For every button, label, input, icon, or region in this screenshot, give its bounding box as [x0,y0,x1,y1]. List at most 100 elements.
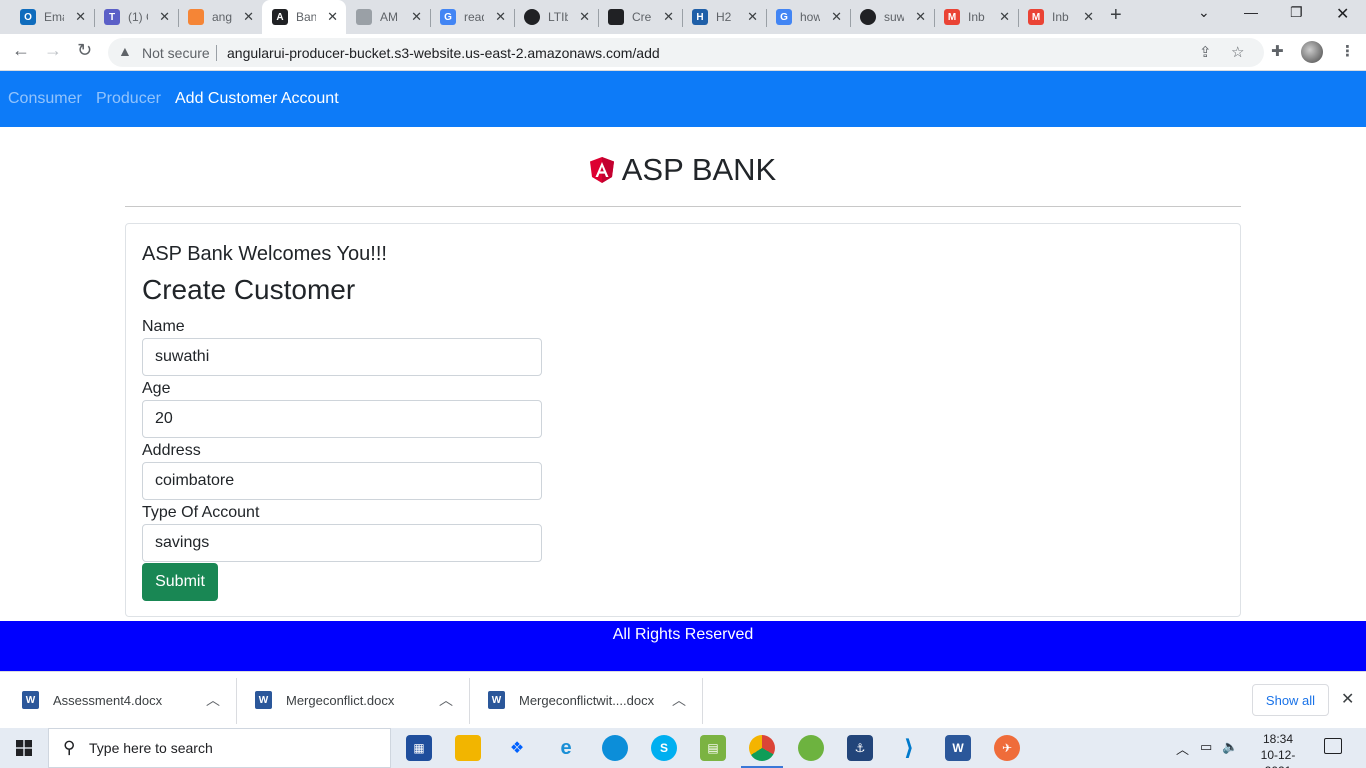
browser-tab[interactable]: T (1) C ✕ [94,4,178,30]
warning-icon[interactable]: ▲ [118,43,132,59]
chevron-up-icon[interactable]: ︿ [672,690,686,710]
chrome-icon[interactable] [741,735,783,768]
gmail-icon: M [1028,9,1044,25]
word-icon[interactable]: W [945,735,971,761]
restore-icon[interactable]: ❐ [1290,4,1303,21]
browser-toolbar: ← → ↻ ▲ Not secure angularui-producer-bu… [0,34,1366,71]
h2-icon: H [692,9,708,25]
reload-icon[interactable]: ↻ [77,40,92,61]
spring-tool-icon[interactable] [798,735,824,761]
edge-icon[interactable] [602,735,628,761]
windows-start-icon[interactable] [16,740,32,756]
address-bar[interactable]: ▲ Not secure angularui-producer-bucket.s… [108,38,1264,67]
download-item[interactable]: W Assessment4.docx ︿ [4,678,237,724]
show-all-button[interactable]: Show all [1252,684,1329,716]
close-tab-icon[interactable]: ✕ [411,9,422,25]
url-text[interactable]: angularui-producer-bucket.s3-website.us-… [227,45,660,61]
close-tab-icon[interactable]: ✕ [159,9,170,25]
skype-icon[interactable]: S [651,735,677,761]
battery-icon[interactable]: ▭ [1200,739,1212,755]
browser-tab[interactable]: G how ✕ [766,4,850,30]
close-window-icon[interactable]: ✕ [1336,4,1349,24]
bookmark-star-icon[interactable]: ☆ [1231,43,1244,61]
close-tab-icon[interactable]: ✕ [495,9,506,25]
file-explorer-icon[interactable] [455,735,481,761]
google-icon: G [440,9,456,25]
back-icon[interactable]: ← [12,40,30,61]
google-icon: G [776,9,792,25]
nav-add-customer-account[interactable]: Add Customer Account [175,90,339,108]
browser-tab-active[interactable]: A Ban ✕ [262,0,346,34]
close-tab-icon[interactable]: ✕ [663,9,674,25]
internet-explorer-icon[interactable]: e [553,735,579,761]
close-tab-icon[interactable]: ✕ [999,9,1010,25]
close-tab-icon[interactable]: ✕ [75,9,86,25]
footer-text: All Rights Reserved [612,626,754,643]
browser-tab[interactable]: O Ema ✕ [10,4,94,30]
close-tab-icon[interactable]: ✕ [1083,9,1094,25]
download-item[interactable]: W Mergeconflict.docx ︿ [237,678,470,724]
word-doc-icon: W [255,691,272,709]
teams-icon: T [104,9,120,25]
close-tab-icon[interactable]: ✕ [915,9,926,25]
system-clock[interactable]: 18:34 10-12-2021 [1248,731,1308,768]
mysql-workbench-icon[interactable]: ⚓ [847,735,873,761]
page-title: ASP BANK [621,152,777,187]
dropbox-icon[interactable]: ❖ [504,735,530,761]
ami-icon [356,9,372,25]
browser-tab[interactable]: ang ✕ [178,4,262,30]
notification-icon[interactable] [1324,738,1342,754]
browser-tab[interactable]: AM ✕ [346,4,430,30]
browser-tab-strip: O Ema ✕ T (1) C ✕ ang ✕ A Ban ✕ AM ✕ G r… [0,0,1366,34]
submit-button[interactable]: Submit [142,563,218,601]
name-input[interactable] [142,338,542,376]
share-icon[interactable]: ⇪ [1199,43,1212,61]
name-label: Name [142,318,185,335]
word-doc-icon: W [488,691,505,709]
account-type-input[interactable] [142,524,542,562]
new-tab-icon[interactable]: + [1110,4,1122,27]
menu-icon[interactable]: ⋮ [1340,42,1355,60]
browser-tab[interactable]: Cre ✕ [598,4,682,30]
browser-tab[interactable]: G read ✕ [430,4,514,30]
address-label: Address [142,442,201,459]
extensions-icon[interactable]: ✚ [1271,42,1284,60]
browser-tab[interactable]: suw ✕ [850,4,934,30]
chevron-up-icon[interactable]: ︿ [1176,739,1189,758]
minimize-icon[interactable]: — [1244,4,1258,20]
postman-icon[interactable]: ✈ [994,735,1020,761]
age-input[interactable] [142,400,542,438]
forward-icon[interactable]: → [44,40,62,61]
volume-icon[interactable]: 🔈 [1222,739,1238,755]
taskbar-search[interactable]: ⚲ Type here to search [48,728,391,768]
address-input[interactable] [142,462,542,500]
page-footer: All Rights Reserved [0,621,1366,671]
chevron-up-icon[interactable]: ︿ [206,690,220,710]
browser-tab[interactable]: M Inb ✕ [934,4,1018,30]
tab-search-icon[interactable]: ⌄ [1198,4,1210,21]
browser-tab[interactable]: M Inb ✕ [1018,4,1102,30]
sticky-chart-icon[interactable]: ▤ [700,735,726,761]
close-tab-icon[interactable]: ✕ [579,9,590,25]
browser-tab[interactable]: H H2 ✕ [682,4,766,30]
page-header: ASP BANK [0,152,1366,188]
github-icon [524,9,540,25]
close-tab-icon[interactable]: ✕ [747,9,758,25]
aws-icon [188,9,204,25]
nav-producer[interactable]: Producer [96,90,161,108]
close-shelf-icon[interactable]: ✕ [1341,689,1354,709]
welcome-heading: ASP Bank Welcomes You!!! [142,243,387,265]
download-item[interactable]: W Mergeconflictwit....docx ︿ [470,678,703,724]
close-tab-icon[interactable]: ✕ [243,9,254,25]
browser-tab[interactable]: LTIb ✕ [514,4,598,30]
store-icon[interactable]: ▦ [406,735,432,761]
chevron-up-icon[interactable]: ︿ [439,690,453,710]
angular-icon: A [272,9,288,25]
vscode-icon[interactable]: ⟩ [896,735,922,761]
close-tab-icon[interactable]: ✕ [831,9,842,25]
profile-avatar[interactable] [1301,41,1323,63]
gmail-icon: M [944,9,960,25]
close-tab-icon[interactable]: ✕ [327,9,338,25]
nav-consumer[interactable]: Consumer [8,90,82,108]
age-label: Age [142,380,171,397]
